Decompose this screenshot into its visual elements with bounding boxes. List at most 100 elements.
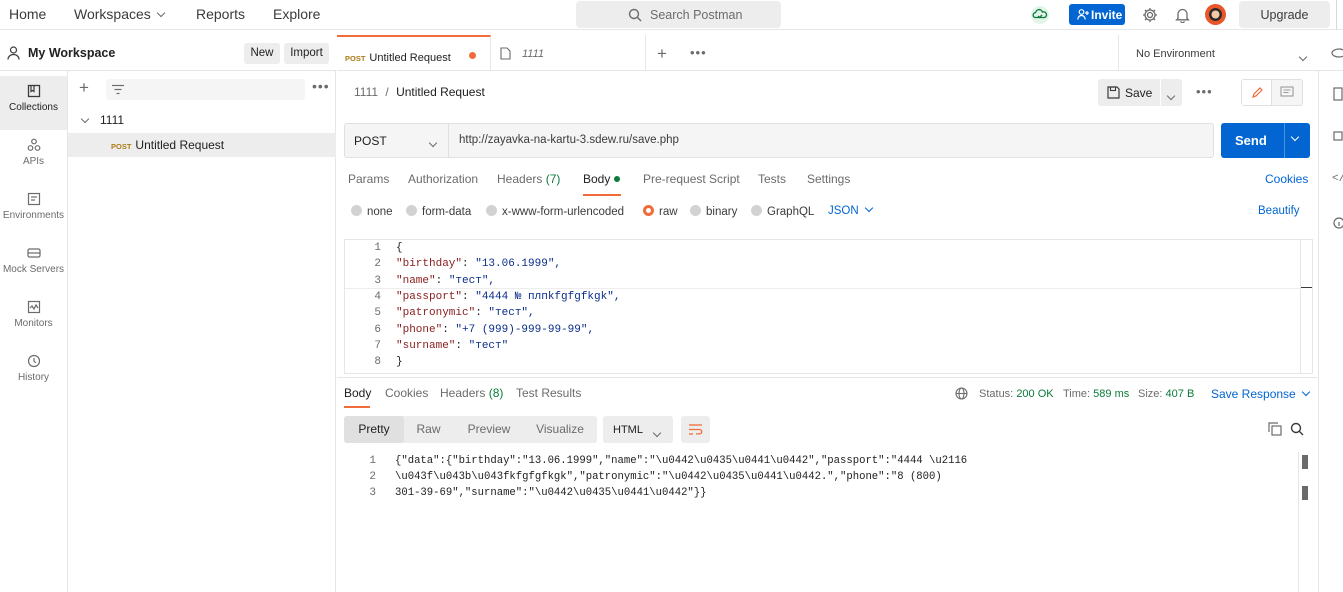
- bell-icon[interactable]: [1175, 7, 1190, 23]
- time-readout[interactable]: Time: 589 ms: [1063, 388, 1129, 400]
- radio-none[interactable]: none: [351, 205, 393, 218]
- tab-headers[interactable]: Headers (7): [497, 172, 560, 186]
- save-response-button[interactable]: Save Response: [1211, 387, 1310, 401]
- chevron-down-icon: [864, 203, 873, 213]
- scroll-thumb[interactable]: [1302, 486, 1308, 500]
- cookies-link[interactable]: Cookies: [1265, 172, 1308, 186]
- divider: [1336, 0, 1337, 30]
- method-badge: POST: [345, 54, 366, 63]
- response-scrollbar[interactable]: [1298, 452, 1312, 592]
- tab-1111[interactable]: 1111: [492, 35, 646, 71]
- avatar[interactable]: [1205, 4, 1226, 25]
- import-button[interactable]: Import: [284, 43, 329, 64]
- json-colon: :: [442, 323, 456, 336]
- tab-options-icon[interactable]: •••: [690, 46, 707, 59]
- save-button[interactable]: Save: [1098, 79, 1182, 106]
- eye-icon[interactable]: [1331, 47, 1343, 59]
- reports-link[interactable]: Reports: [196, 6, 245, 22]
- upgrade-button[interactable]: Upgrade: [1239, 1, 1330, 28]
- view-visualize[interactable]: Visualize: [528, 416, 592, 443]
- search-input[interactable]: Search Postman: [576, 1, 781, 28]
- response-tab-body[interactable]: Body: [344, 386, 371, 400]
- response-format-select[interactable]: HTML: [603, 416, 673, 443]
- comment-mode-icon[interactable]: [1280, 86, 1294, 99]
- radio-binary[interactable]: binary: [690, 205, 737, 218]
- tab-untitled-request[interactable]: POST Untitled Request: [337, 35, 491, 71]
- response-format-label: HTML: [613, 424, 643, 436]
- editor-scrollbar[interactable]: [1300, 240, 1313, 373]
- tab-tests[interactable]: Tests: [758, 172, 786, 186]
- add-icon[interactable]: +: [79, 79, 89, 96]
- file-icon: [500, 47, 511, 60]
- request-item[interactable]: POST Untitled Request: [68, 133, 336, 157]
- response-tab-cookies[interactable]: Cookies: [385, 386, 428, 400]
- view-preview[interactable]: Preview: [458, 416, 520, 443]
- response-line: {"data":{"birthday":"13.06.1999","name":…: [395, 455, 968, 467]
- response-tab-test-results[interactable]: Test Results: [516, 386, 581, 400]
- nav-monitors[interactable]: Monitors: [0, 292, 67, 346]
- nav-history[interactable]: History: [0, 346, 67, 400]
- explore-link[interactable]: Explore: [273, 6, 320, 22]
- time-value: 589 ms: [1093, 388, 1130, 400]
- sync-cloud-icon[interactable]: [1030, 6, 1050, 24]
- tab-params[interactable]: Params: [348, 172, 389, 186]
- tab-authorization[interactable]: Authorization: [408, 172, 478, 186]
- radio-label: binary: [706, 206, 738, 218]
- radio-raw[interactable]: raw: [643, 205, 678, 218]
- code-line: "surname": "тест": [396, 340, 508, 352]
- send-button[interactable]: Send: [1221, 123, 1310, 158]
- edit-mode-button[interactable]: [1242, 80, 1272, 105]
- workspace-name[interactable]: My Workspace: [28, 46, 115, 60]
- wrap-lines-button[interactable]: [681, 416, 710, 443]
- code-line: }: [396, 356, 403, 369]
- nav-mock-servers[interactable]: Mock Servers: [0, 238, 67, 292]
- new-tab-icon[interactable]: +: [657, 44, 667, 64]
- breadcrumb-parent[interactable]: 1111: [354, 85, 378, 99]
- more-options-icon[interactable]: •••: [1196, 85, 1213, 98]
- breadcrumb-current[interactable]: Untitled Request: [396, 85, 485, 99]
- gear-icon[interactable]: [1142, 7, 1158, 23]
- environment-select[interactable]: No Environment: [1136, 48, 1215, 60]
- view-raw[interactable]: Raw: [406, 416, 451, 443]
- nav-apis[interactable]: APIs: [0, 130, 67, 184]
- info-icon[interactable]: [1333, 217, 1343, 229]
- invite-button[interactable]: Invite: [1069, 4, 1125, 25]
- scroll-thumb[interactable]: [1302, 455, 1308, 469]
- copy-icon[interactable]: [1268, 422, 1282, 436]
- search-icon[interactable]: [1290, 422, 1304, 436]
- format-select[interactable]: JSON: [828, 203, 873, 217]
- nav-collections[interactable]: Collections: [0, 76, 67, 130]
- tab-body[interactable]: Body: [583, 172, 620, 186]
- home-link[interactable]: Home: [9, 6, 46, 22]
- globe-icon[interactable]: [955, 387, 968, 400]
- body-editor[interactable]: 1 {2 "birthday": "13.06.1999", 3 "name": "те…: [344, 239, 1313, 374]
- radio-form-data[interactable]: form-data: [406, 205, 471, 218]
- tab-settings[interactable]: Settings: [807, 172, 850, 186]
- new-button[interactable]: New: [244, 43, 280, 64]
- apis-icon: [27, 138, 40, 151]
- tab-prerequest[interactable]: Pre-request Script: [643, 172, 740, 186]
- comments-icon[interactable]: [1333, 131, 1343, 143]
- divider: [1160, 79, 1161, 106]
- radio-graphql[interactable]: GraphQL: [751, 205, 814, 218]
- size-readout[interactable]: Size: 407 B: [1138, 388, 1194, 400]
- documentation-icon[interactable]: [1333, 87, 1343, 101]
- response-tab-headers[interactable]: Headers (8): [440, 386, 503, 400]
- nav-environments[interactable]: Environments: [0, 184, 67, 238]
- more-options-icon[interactable]: •••: [312, 79, 330, 93]
- filter-input[interactable]: [106, 79, 305, 100]
- view-pretty[interactable]: Pretty: [344, 416, 404, 443]
- json-value: "+7 (999)-999-99-99",: [455, 323, 595, 336]
- code-icon[interactable]: </: [1332, 173, 1343, 185]
- workspaces-menu[interactable]: Workspaces: [74, 6, 166, 22]
- collection-item[interactable]: 1111: [68, 108, 336, 132]
- chevron-down-icon[interactable]: [1290, 132, 1300, 142]
- radio-urlencoded[interactable]: x-www-form-urlencoded: [486, 205, 624, 218]
- method-select[interactable]: POST: [345, 124, 449, 157]
- json-value: "тест",: [488, 307, 535, 320]
- beautify-link[interactable]: Beautify: [1258, 205, 1300, 217]
- url-input[interactable]: http://zayavka-na-kartu-3.sdew.ru/save.p…: [459, 134, 679, 146]
- status-readout[interactable]: Status: 200 OK: [979, 388, 1054, 400]
- chevron-down-icon[interactable]: [1298, 52, 1308, 62]
- response-body[interactable]: 1 {"data":{"birthday":"13.06.1999","name"…: [344, 452, 1312, 592]
